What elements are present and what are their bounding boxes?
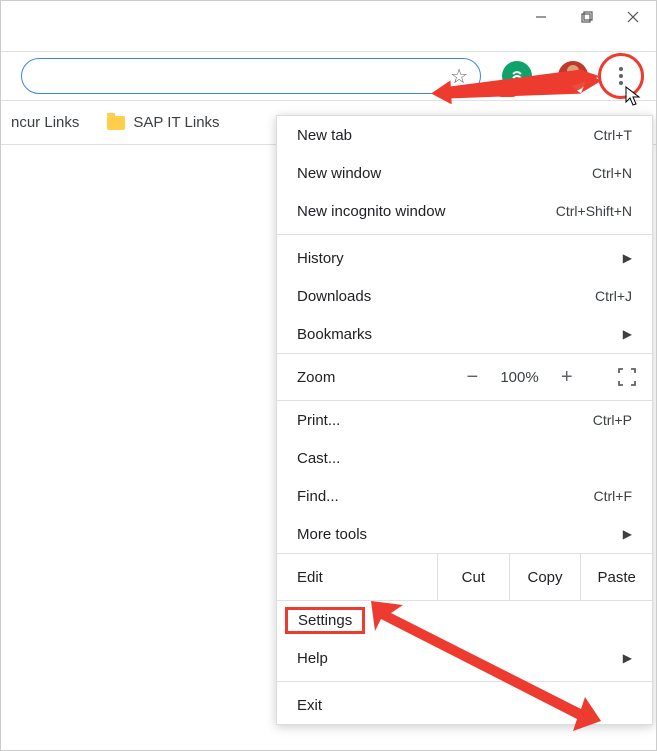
menu-label: New incognito window: [297, 203, 445, 220]
menu-label: Print...: [297, 412, 340, 429]
menu-label: Downloads: [297, 288, 371, 305]
menu-item-bookmarks[interactable]: Bookmarks ▶: [277, 315, 652, 353]
menu-label: Cast...: [297, 450, 340, 467]
menu-label: Help: [297, 650, 328, 667]
shortcut: Ctrl+J: [595, 288, 632, 304]
menu-item-new-window[interactable]: New window Ctrl+N: [277, 154, 652, 192]
fullscreen-button[interactable]: [602, 368, 652, 386]
copy-button[interactable]: Copy: [510, 554, 582, 600]
separator: [277, 234, 652, 235]
vertical-dots-icon: [619, 67, 623, 85]
menu-label: More tools: [297, 526, 367, 543]
zoom-label: Zoom: [277, 369, 437, 386]
maximize-button[interactable]: [564, 1, 610, 33]
menu-item-help[interactable]: Help ▶: [277, 639, 652, 677]
menu-label: Settings: [298, 612, 352, 629]
more-menu-button[interactable]: [598, 53, 644, 99]
submenu-arrow-icon: ▶: [623, 327, 632, 341]
submenu-arrow-icon: ▶: [623, 651, 632, 665]
folder-icon: [107, 116, 125, 130]
menu-item-new-tab[interactable]: New tab Ctrl+T: [277, 116, 652, 154]
zoom-value: 100%: [500, 369, 538, 386]
shortcut: Ctrl+Shift+N: [556, 203, 632, 219]
address-bar[interactable]: ☆: [21, 58, 481, 94]
paste-button[interactable]: Paste: [581, 554, 652, 600]
edit-label: Edit: [277, 554, 438, 600]
menu-item-print[interactable]: Print... Ctrl+P: [277, 401, 652, 439]
fullscreen-icon: [618, 368, 636, 386]
extension-icon[interactable]: off: [502, 61, 532, 91]
menu-item-zoom: Zoom − 100% +: [277, 353, 652, 401]
off-badge: off: [498, 85, 516, 97]
shortcut: Ctrl+T: [594, 127, 633, 143]
shortcut: Ctrl+P: [593, 412, 632, 428]
submenu-arrow-icon: ▶: [623, 251, 632, 265]
chrome-window: ☆ off ncur Links SAP IT Links New tab Ct…: [0, 0, 657, 751]
menu-label: Exit: [297, 697, 322, 714]
menu-label: History: [297, 250, 344, 267]
profile-avatar[interactable]: [558, 61, 588, 91]
close-button[interactable]: [610, 1, 656, 33]
menu-item-exit[interactable]: Exit: [277, 686, 652, 724]
menu-item-history[interactable]: History ▶: [277, 239, 652, 277]
bookmark-label: ncur Links: [11, 114, 79, 131]
minimize-button[interactable]: [518, 1, 564, 33]
menu-item-downloads[interactable]: Downloads Ctrl+J: [277, 277, 652, 315]
menu-item-more-tools[interactable]: More tools ▶: [277, 515, 652, 553]
shortcut: Ctrl+F: [594, 488, 633, 504]
menu-item-incognito[interactable]: New incognito window Ctrl+Shift+N: [277, 192, 652, 230]
menu-label: New window: [297, 165, 381, 182]
menu-item-find[interactable]: Find... Ctrl+F: [277, 477, 652, 515]
shortcut: Ctrl+N: [592, 165, 632, 181]
settings-highlight: Settings: [285, 607, 365, 634]
cut-button[interactable]: Cut: [438, 554, 510, 600]
menu-label: Bookmarks: [297, 326, 372, 343]
browser-toolbar: ☆ off: [1, 51, 656, 101]
submenu-arrow-icon: ▶: [623, 527, 632, 541]
window-controls: [518, 1, 656, 33]
zoom-out-button[interactable]: −: [462, 366, 482, 389]
bookmark-item[interactable]: SAP IT Links: [107, 114, 219, 131]
chrome-menu: New tab Ctrl+T New window Ctrl+N New inc…: [276, 115, 653, 725]
menu-item-settings[interactable]: Settings: [277, 601, 652, 639]
menu-label: New tab: [297, 127, 352, 144]
bookmark-star-icon[interactable]: ☆: [450, 64, 468, 89]
zoom-in-button[interactable]: +: [557, 366, 577, 389]
bookmark-item[interactable]: ncur Links: [11, 114, 79, 131]
bookmark-label: SAP IT Links: [133, 114, 219, 131]
separator: [277, 681, 652, 682]
menu-item-edit: Edit Cut Copy Paste: [277, 553, 652, 601]
menu-item-cast[interactable]: Cast...: [277, 439, 652, 477]
zoom-controls: − 100% +: [437, 366, 602, 389]
menu-label: Find...: [297, 488, 339, 505]
